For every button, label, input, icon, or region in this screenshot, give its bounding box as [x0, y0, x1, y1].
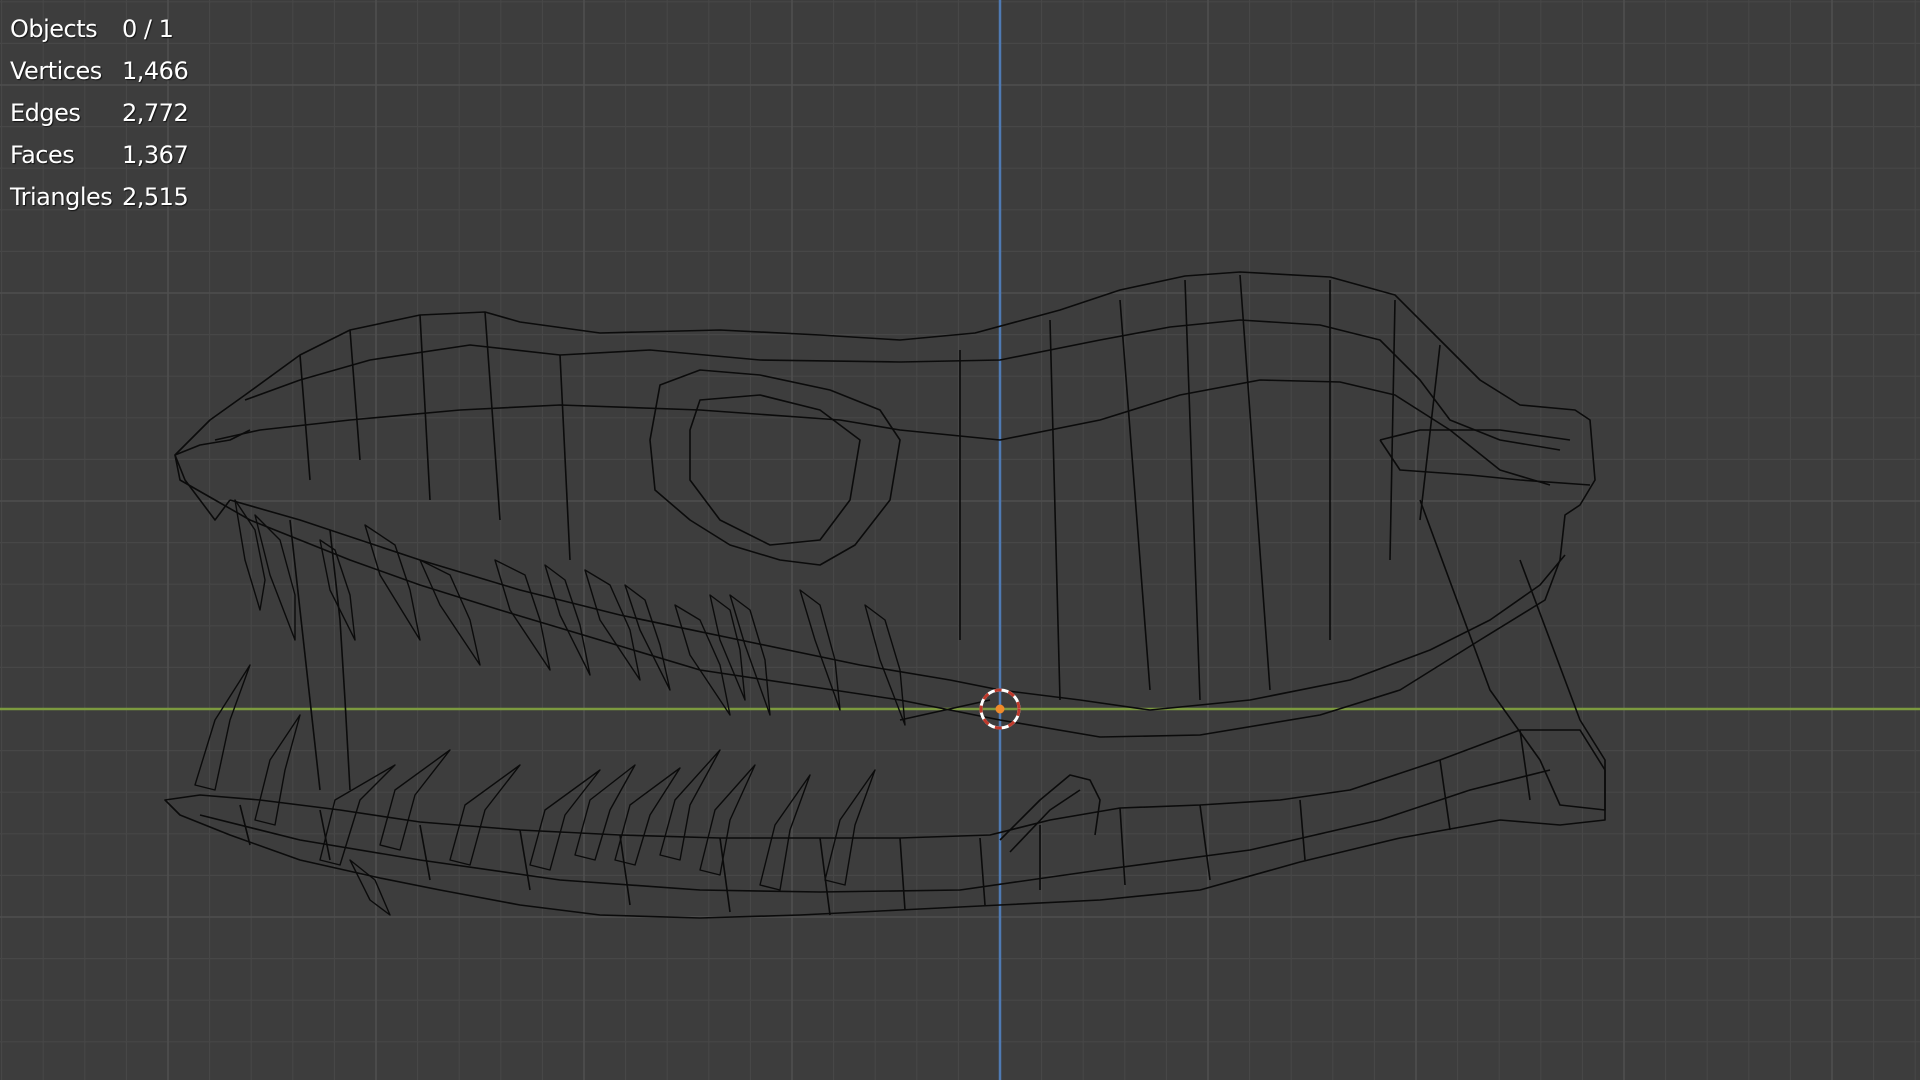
skull-lower-edge: [229, 499, 1566, 711]
stat-row-triangles: Triangles 2,515: [10, 176, 189, 218]
3d-viewport[interactable]: Objects 0 / 1 Vertices 1,466 Edges 2,772…: [0, 0, 1920, 1080]
jaw-hinge: [1379, 429, 1606, 811]
wireframe-mesh[interactable]: [164, 271, 1606, 919]
lower-teeth: [194, 664, 876, 916]
lower-jaw-outline: [164, 729, 1606, 919]
stat-value: 1,367: [122, 141, 189, 169]
viewport-canvas[interactable]: [0, 0, 1920, 1080]
skull-mid-ridge: [214, 379, 1551, 486]
object-origin-dot: [995, 704, 1005, 714]
stat-row-objects: Objects 0 / 1: [10, 8, 188, 50]
stat-value: 2,515: [122, 183, 189, 211]
stat-row-faces: Faces 1,367: [10, 134, 189, 176]
stat-value: 0 / 1: [122, 15, 174, 43]
stat-row-vertices: Vertices 1,466: [10, 50, 189, 92]
stat-value: 2,772: [122, 99, 189, 127]
stat-row-edges: Edges 2,772: [10, 92, 189, 134]
upper-teeth: [234, 499, 906, 726]
stat-label: Triangles: [10, 183, 113, 211]
stat-label: Edges: [10, 99, 81, 127]
stat-value: 1,466: [122, 57, 189, 85]
stats-overlay: Objects 0 / 1 Vertices 1,466 Edges 2,772…: [10, 8, 189, 218]
stat-label: Objects: [10, 15, 98, 43]
stat-label: Vertices: [10, 57, 102, 85]
stat-label: Faces: [10, 141, 75, 169]
palate-lines: [289, 519, 991, 791]
